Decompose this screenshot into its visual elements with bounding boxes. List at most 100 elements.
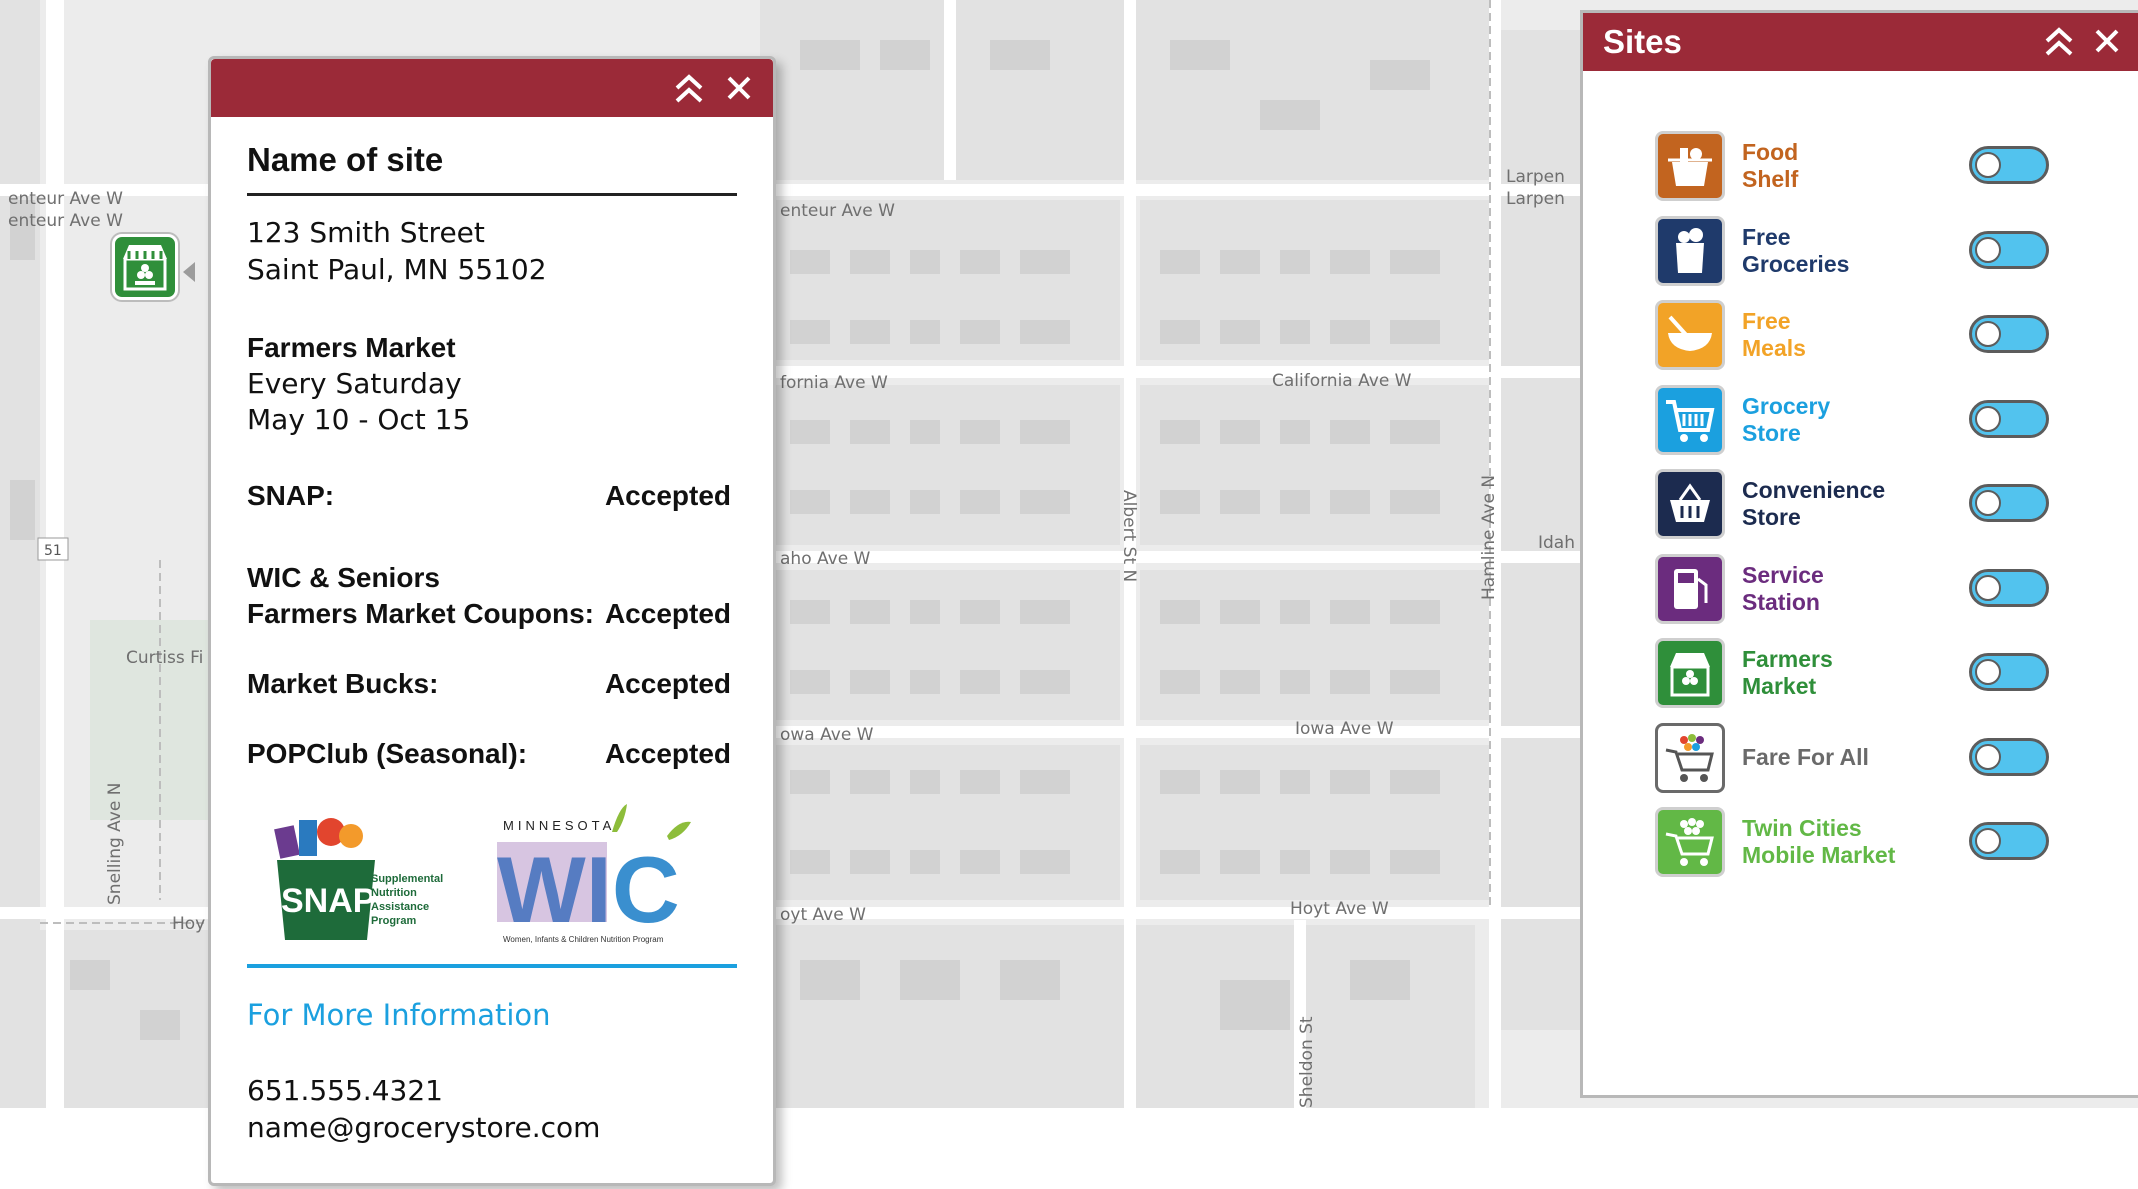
popup-header [211, 59, 773, 117]
street-label: enteur Ave W [8, 189, 123, 209]
site-label: Free Groceries [1742, 216, 1942, 286]
street-label: Larpen [1506, 189, 1565, 209]
toggle-free-meals[interactable] [1969, 315, 2049, 353]
email-address: name@grocerystore.com [247, 1111, 601, 1144]
toggle-free-groceries[interactable] [1969, 230, 2049, 269]
street-label: Albert St N [1119, 490, 1139, 582]
site-icon-tile [1655, 384, 1725, 455]
site-label-line: Farmers [1742, 646, 1833, 672]
route-number: 51 [44, 543, 62, 559]
more-info-link[interactable]: For More Information [247, 998, 551, 1032]
street-label: Hamline Ave N [1479, 475, 1499, 600]
site-name: Name of site [247, 141, 737, 196]
payment-label: Market Bucks: [247, 668, 439, 699]
toggle-knob [1975, 321, 2001, 347]
site-label-line: Shelf [1742, 166, 1799, 192]
site-label-line: Twin Cities [1742, 815, 1862, 841]
site-icon-tile [1655, 722, 1725, 793]
site-label-line: Free [1742, 223, 1791, 250]
site-address: 123 Smith Street Saint Paul, MN 55102 [247, 214, 737, 288]
section-divider [247, 964, 737, 968]
site-label-line: Groceries [1742, 250, 1850, 277]
snap-wordmark: SNAP [281, 882, 375, 920]
site-icon-tile [1655, 553, 1725, 624]
site-label-line: Fare For All [1742, 744, 1869, 770]
address-line: Saint Paul, MN 55102 [247, 253, 547, 286]
toggle-convenience-store[interactable] [1969, 484, 2049, 522]
toggle-mobile-market[interactable] [1969, 822, 2049, 860]
farmers-market-icon [1670, 653, 1710, 697]
snap-logo-text: Supplemental [371, 873, 443, 885]
site-filter-farmers-market[interactable]: Farmers Market [1655, 638, 2138, 723]
payment-status: Accepted [604, 480, 731, 511]
site-label: Convenience Store [1742, 469, 1942, 539]
site-filter-service-station[interactable]: Service Station [1655, 553, 2138, 639]
site-icon-tile [1655, 215, 1725, 286]
wic-logo: MINNESOTA WIC Women, Infants & Children … [497, 804, 691, 944]
toggle-grocery-store[interactable] [1969, 399, 2049, 438]
toggle-food-shelf[interactable] [1969, 146, 2049, 184]
site-filter-food-shelf[interactable]: Food Shelf [1655, 131, 2138, 216]
site-filter-mobile-market[interactable]: Twin Cities Mobile Market [1655, 807, 2138, 892]
street-label: enteur Ave W [780, 201, 895, 221]
site-filter-free-groceries[interactable]: Free Groceries [1655, 215, 2138, 301]
free-groceries-icon [1676, 227, 1704, 273]
free-meals-icon [1668, 315, 1712, 351]
toggle-knob [1975, 490, 2001, 516]
popup-body: Name of site 123 Smith Street Saint Paul… [211, 141, 773, 1146]
payment-label: SNAP: [247, 480, 335, 511]
payment-row-wic: WIC & Seniors Farmers Market Coupons: Ac… [247, 560, 737, 632]
site-label-line: Grocery [1742, 392, 1831, 419]
farmers-market-marker[interactable] [112, 234, 178, 300]
toggle-knob [1975, 828, 2001, 854]
produce-cart-icon [1665, 733, 1714, 782]
sites-collapse-button[interactable] [2041, 25, 2077, 59]
payment-label: WIC & Seniors Farmers Market Coupons: [247, 560, 594, 632]
toggle-knob [1975, 152, 2001, 178]
popup-pointer [183, 262, 195, 282]
payment-status: Accepted [604, 598, 731, 629]
site-label: Food Shelf [1742, 131, 1942, 201]
toggle-fare-for-all[interactable] [1969, 737, 2049, 776]
site-icon-tile [1655, 131, 1725, 201]
close-icon [2095, 29, 2119, 53]
site-label-line: Convenience [1742, 477, 1886, 503]
collapse-button[interactable] [671, 72, 707, 106]
toggle-farmers-market[interactable] [1969, 653, 2049, 691]
payment-label-line: WIC & Seniors [247, 562, 440, 593]
basket-icon [1670, 483, 1710, 522]
sites-close-button[interactable] [2089, 25, 2125, 59]
site-icon-tile [1655, 638, 1725, 708]
snap-logo-text: Program [371, 915, 416, 927]
double-chevron-up-icon [675, 74, 703, 103]
site-filter-fare-for-all[interactable]: Fare For All [1655, 722, 2138, 808]
farmers-market-icon [123, 245, 167, 291]
street-label: California Ave W [1272, 371, 1412, 391]
payment-label: POPClub (Seasonal): [247, 738, 528, 769]
site-label: Grocery Store [1742, 385, 1942, 455]
site-label-line: Market [1742, 673, 1817, 699]
site-icon-tile [1655, 469, 1725, 539]
snap-logo-text: Nutrition [371, 887, 417, 899]
site-label-line: Food [1742, 139, 1799, 165]
site-filter-grocery-store[interactable]: Grocery Store [1655, 384, 2138, 470]
street-label: fornia Ave W [780, 373, 888, 393]
street-label: Iowa Ave W [1295, 719, 1394, 739]
payment-label-line: Farmers Market Coupons: [247, 598, 594, 629]
toggle-service-station[interactable] [1969, 568, 2049, 607]
site-label-line: Service [1742, 561, 1824, 588]
market-dates: May 10 - Oct 15 [247, 403, 471, 436]
site-filter-free-meals[interactable]: Free Meals [1655, 300, 2138, 385]
site-label: Service Station [1742, 554, 1942, 624]
wic-tagline: Women, Infants & Children Nutrition Prog… [503, 935, 664, 944]
site-filter-convenience-store[interactable]: Convenience Store [1655, 469, 2138, 554]
site-label: Free Meals [1742, 300, 1942, 370]
street-label: enteur Ave W [8, 211, 123, 231]
street-label: aho Ave W [780, 549, 871, 569]
mobile-market-icon [1665, 818, 1714, 866]
close-button[interactable] [721, 72, 757, 106]
site-label-line: Store [1742, 419, 1801, 446]
grocery-cart-icon [1666, 399, 1715, 442]
fuel-pump-icon [1674, 568, 1708, 609]
site-label-line: Store [1742, 504, 1801, 530]
